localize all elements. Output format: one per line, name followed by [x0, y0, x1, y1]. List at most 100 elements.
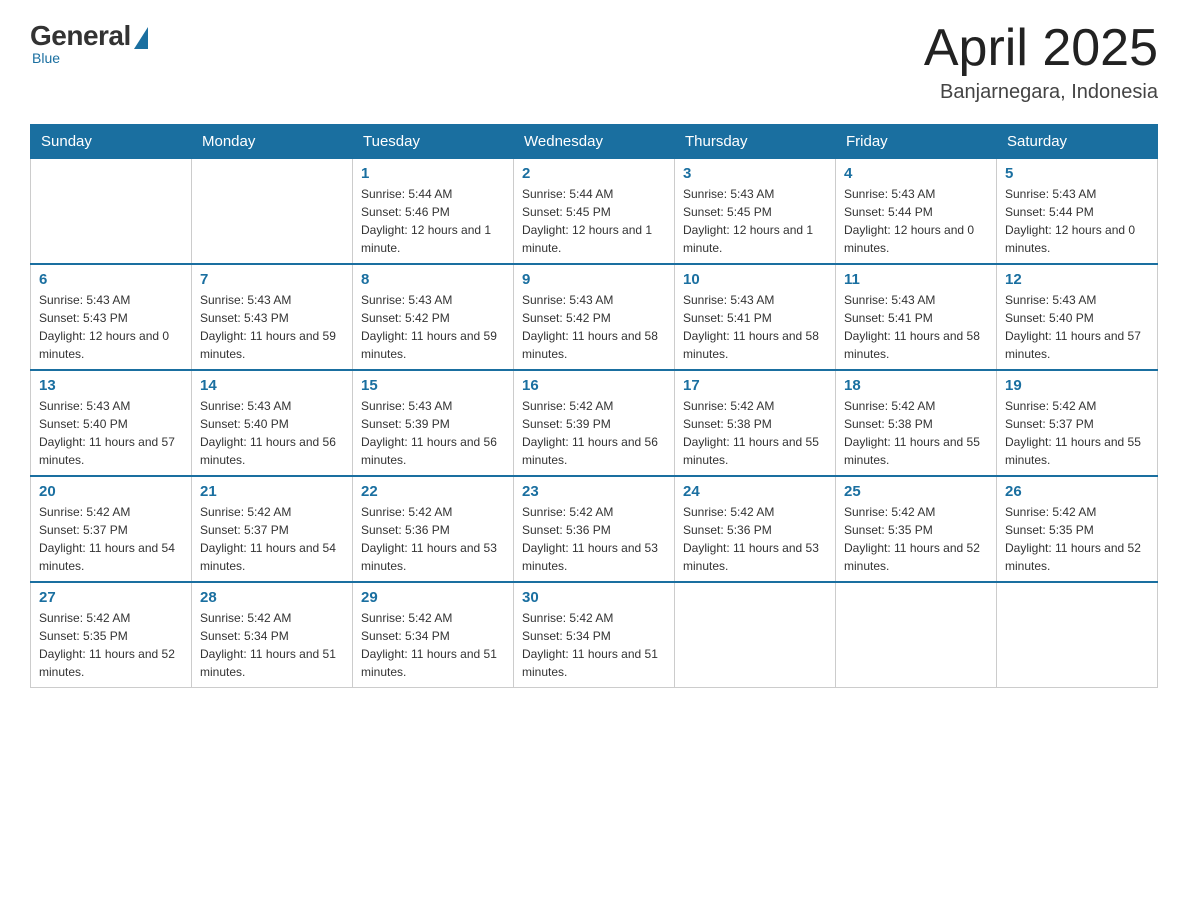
day-number: 2	[522, 165, 666, 182]
day-info: Sunrise: 5:42 AMSunset: 5:36 PMDaylight:…	[361, 503, 505, 575]
calendar-cell: 14 Sunrise: 5:43 AMSunset: 5:40 PMDayligh…	[192, 370, 353, 476]
calendar-cell: 10 Sunrise: 5:43 AMSunset: 5:41 PMDayligh…	[675, 264, 836, 370]
calendar-header-saturday: Saturday	[997, 125, 1158, 159]
calendar-week-row: 6 Sunrise: 5:43 AMSunset: 5:43 PMDaylight…	[31, 264, 1158, 370]
day-number: 23	[522, 483, 666, 500]
location-text: Banjarnegara, Indonesia	[924, 81, 1158, 104]
calendar-cell: 6 Sunrise: 5:43 AMSunset: 5:43 PMDaylight…	[31, 264, 192, 370]
calendar-week-row: 27Sunrise: 5:42 AMSunset: 5:35 PMDayligh…	[31, 582, 1158, 688]
calendar-table: SundayMondayTuesdayWednesdayThursdayFrid…	[30, 124, 1158, 688]
day-number: 25	[844, 483, 988, 500]
logo-blue-text: Blue	[32, 50, 60, 66]
day-info: Sunrise: 5:42 AMSunset: 5:37 PMDaylight:…	[39, 503, 183, 575]
day-info: Sunrise: 5:42 AMSunset: 5:36 PMDaylight:…	[522, 503, 666, 575]
calendar-cell: 26Sunrise: 5:42 AMSunset: 5:35 PMDayligh…	[997, 476, 1158, 582]
day-info: Sunrise: 5:44 AMSunset: 5:45 PMDaylight:…	[522, 185, 666, 257]
logo: General Blue	[30, 20, 148, 66]
calendar-cell: 13 Sunrise: 5:43 AMSunset: 5:40 PMDayligh…	[31, 370, 192, 476]
day-number: 21	[200, 483, 344, 500]
calendar-cell: 11 Sunrise: 5:43 AMSunset: 5:41 PMDayligh…	[836, 264, 997, 370]
day-info: Sunrise: 5:42 AMSunset: 5:34 PMDaylight:…	[361, 609, 505, 681]
calendar-cell: 1 Sunrise: 5:44 AMSunset: 5:46 PMDaylight…	[353, 159, 514, 265]
calendar-cell: 3 Sunrise: 5:43 AMSunset: 5:45 PMDaylight…	[675, 159, 836, 265]
day-number: 18	[844, 377, 988, 394]
day-number: 14	[200, 377, 344, 394]
day-number: 12	[1005, 271, 1149, 288]
day-info: Sunrise: 5:43 AMSunset: 5:40 PMDaylight:…	[39, 397, 183, 469]
day-number: 4	[844, 165, 988, 182]
calendar-header-tuesday: Tuesday	[353, 125, 514, 159]
day-number: 16	[522, 377, 666, 394]
day-number: 29	[361, 589, 505, 606]
day-info: Sunrise: 5:43 AMSunset: 5:45 PMDaylight:…	[683, 185, 827, 257]
day-number: 3	[683, 165, 827, 182]
day-info: Sunrise: 5:42 AMSunset: 5:34 PMDaylight:…	[522, 609, 666, 681]
calendar-header-thursday: Thursday	[675, 125, 836, 159]
day-number: 11	[844, 271, 988, 288]
calendar-cell	[31, 159, 192, 265]
calendar-cell: 18 Sunrise: 5:42 AMSunset: 5:38 PMDayligh…	[836, 370, 997, 476]
calendar-cell	[997, 582, 1158, 688]
day-number: 7	[200, 271, 344, 288]
day-number: 20	[39, 483, 183, 500]
day-info: Sunrise: 5:43 AMSunset: 5:43 PMDaylight:…	[200, 291, 344, 363]
day-info: Sunrise: 5:42 AMSunset: 5:35 PMDaylight:…	[844, 503, 988, 575]
day-number: 1	[361, 165, 505, 182]
calendar-cell: 22 Sunrise: 5:42 AMSunset: 5:36 PMDayligh…	[353, 476, 514, 582]
day-info: Sunrise: 5:43 AMSunset: 5:40 PMDaylight:…	[200, 397, 344, 469]
day-info: Sunrise: 5:43 AMSunset: 5:44 PMDaylight:…	[844, 185, 988, 257]
logo-triangle-icon	[134, 27, 148, 49]
day-info: Sunrise: 5:43 AMSunset: 5:43 PMDaylight:…	[39, 291, 183, 363]
logo-general-text: General	[30, 20, 131, 52]
day-number: 19	[1005, 377, 1149, 394]
day-number: 5	[1005, 165, 1149, 182]
day-info: Sunrise: 5:42 AMSunset: 5:37 PMDaylight:…	[1005, 397, 1149, 469]
calendar-cell: 24Sunrise: 5:42 AMSunset: 5:36 PMDayligh…	[675, 476, 836, 582]
calendar-week-row: 20 Sunrise: 5:42 AMSunset: 5:37 PMDayligh…	[31, 476, 1158, 582]
page-header: General Blue April 2025 Banjarnegara, In…	[30, 20, 1158, 104]
calendar-cell: 17 Sunrise: 5:42 AMSunset: 5:38 PMDayligh…	[675, 370, 836, 476]
calendar-cell: 12 Sunrise: 5:43 AMSunset: 5:40 PMDayligh…	[997, 264, 1158, 370]
calendar-cell: 27Sunrise: 5:42 AMSunset: 5:35 PMDayligh…	[31, 582, 192, 688]
calendar-cell: 30 Sunrise: 5:42 AMSunset: 5:34 PMDayligh…	[514, 582, 675, 688]
day-info: Sunrise: 5:44 AMSunset: 5:46 PMDaylight:…	[361, 185, 505, 257]
calendar-cell: 4 Sunrise: 5:43 AMSunset: 5:44 PMDaylight…	[836, 159, 997, 265]
day-number: 13	[39, 377, 183, 394]
calendar-cell: 23 Sunrise: 5:42 AMSunset: 5:36 PMDayligh…	[514, 476, 675, 582]
day-info: Sunrise: 5:43 AMSunset: 5:42 PMDaylight:…	[361, 291, 505, 363]
calendar-cell: 20 Sunrise: 5:42 AMSunset: 5:37 PMDayligh…	[31, 476, 192, 582]
calendar-cell: 29 Sunrise: 5:42 AMSunset: 5:34 PMDayligh…	[353, 582, 514, 688]
calendar-cell: 21Sunrise: 5:42 AMSunset: 5:37 PMDayligh…	[192, 476, 353, 582]
day-number: 9	[522, 271, 666, 288]
day-number: 17	[683, 377, 827, 394]
title-section: April 2025 Banjarnegara, Indonesia	[924, 20, 1158, 104]
calendar-cell: 19 Sunrise: 5:42 AMSunset: 5:37 PMDayligh…	[997, 370, 1158, 476]
day-info: Sunrise: 5:43 AMSunset: 5:40 PMDaylight:…	[1005, 291, 1149, 363]
day-info: Sunrise: 5:42 AMSunset: 5:38 PMDaylight:…	[844, 397, 988, 469]
calendar-cell: 8 Sunrise: 5:43 AMSunset: 5:42 PMDaylight…	[353, 264, 514, 370]
calendar-header-sunday: Sunday	[31, 125, 192, 159]
calendar-header-row: SundayMondayTuesdayWednesdayThursdayFrid…	[31, 125, 1158, 159]
calendar-week-row: 13 Sunrise: 5:43 AMSunset: 5:40 PMDayligh…	[31, 370, 1158, 476]
day-number: 15	[361, 377, 505, 394]
day-number: 10	[683, 271, 827, 288]
day-info: Sunrise: 5:42 AMSunset: 5:38 PMDaylight:…	[683, 397, 827, 469]
calendar-cell: 16 Sunrise: 5:42 AMSunset: 5:39 PMDayligh…	[514, 370, 675, 476]
day-info: Sunrise: 5:42 AMSunset: 5:34 PMDaylight:…	[200, 609, 344, 681]
day-number: 28	[200, 589, 344, 606]
day-number: 8	[361, 271, 505, 288]
calendar-cell: 9Sunrise: 5:43 AMSunset: 5:42 PMDaylight…	[514, 264, 675, 370]
calendar-header-wednesday: Wednesday	[514, 125, 675, 159]
calendar-cell: 7 Sunrise: 5:43 AMSunset: 5:43 PMDaylight…	[192, 264, 353, 370]
day-info: Sunrise: 5:42 AMSunset: 5:36 PMDaylight:…	[683, 503, 827, 575]
day-number: 30	[522, 589, 666, 606]
day-number: 22	[361, 483, 505, 500]
calendar-cell	[675, 582, 836, 688]
day-number: 6	[39, 271, 183, 288]
day-info: Sunrise: 5:43 AMSunset: 5:41 PMDaylight:…	[844, 291, 988, 363]
day-info: Sunrise: 5:42 AMSunset: 5:39 PMDaylight:…	[522, 397, 666, 469]
calendar-cell	[836, 582, 997, 688]
day-info: Sunrise: 5:43 AMSunset: 5:41 PMDaylight:…	[683, 291, 827, 363]
day-number: 26	[1005, 483, 1149, 500]
day-number: 27	[39, 589, 183, 606]
